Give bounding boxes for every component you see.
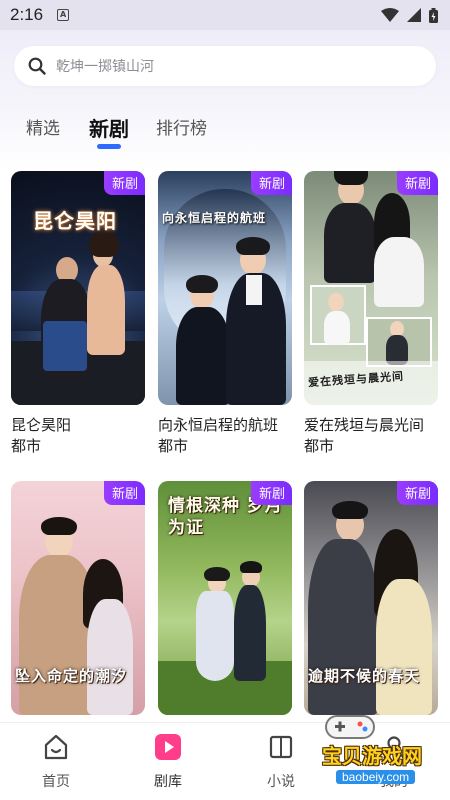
nav-home-label: 首页 — [42, 774, 70, 790]
drama-card[interactable]: 爱在残垣与晨光间 新剧 爱在残垣与晨光间 都市 — [304, 171, 438, 457]
poster-title: 昆仑昊阳 — [33, 209, 117, 233]
notification-a-icon: A — [57, 9, 70, 21]
drama-title: 昆仑昊阳 — [11, 416, 72, 434]
tab-new-dramas[interactable]: 新剧 — [89, 112, 129, 146]
new-badge: 新剧 — [250, 171, 292, 195]
tab-featured[interactable]: 精选 — [26, 112, 60, 146]
watermark-text: 宝贝游戏网 — [322, 744, 422, 768]
drama-poster[interactable]: 情根深种 岁月为证 新剧 — [158, 481, 292, 715]
drama-poster[interactable]: 向永恒启程的航班 新剧 — [158, 171, 292, 405]
search-icon — [28, 57, 46, 75]
site-watermark: 宝贝游戏网 baobeiy.com — [318, 712, 450, 800]
drama-poster[interactable]: 爱在残垣与晨光间 新剧 — [304, 171, 438, 405]
play-icon — [155, 734, 181, 760]
drama-card[interactable]: 情根深种 岁月为证 新剧 — [158, 481, 292, 725]
poster-title: 向永恒启程的航班 — [162, 211, 267, 225]
status-bar: 2:16 A — [0, 0, 450, 30]
nav-novels[interactable]: 小说 — [246, 733, 316, 791]
new-badge: 新剧 — [250, 481, 292, 505]
watermark-url: baobeiy.com — [336, 770, 416, 784]
nav-novels-label: 小说 — [267, 774, 295, 790]
status-time: 2:16 — [10, 5, 44, 24]
new-badge: 新剧 — [103, 481, 145, 505]
nav-drama-library-label: 剧库 — [154, 774, 182, 790]
home-icon — [44, 734, 68, 760]
drama-poster[interactable]: 昆仑昊阳 新剧 — [11, 171, 145, 405]
drama-card[interactable]: 昆仑昊阳 新剧 昆仑昊阳 都市 — [11, 171, 145, 457]
new-badge: 新剧 — [396, 481, 438, 505]
nav-drama-library[interactable]: 剧库 — [133, 733, 203, 791]
search-placeholder: 乾坤一掷镇山河 — [56, 59, 154, 75]
status-icons — [381, 7, 438, 23]
poster-title: 逾期不候的春天 — [308, 667, 421, 685]
nav-home[interactable]: 首页 — [21, 733, 91, 791]
drama-card[interactable]: 向永恒启程的航班 新剧 向永恒启程的航班 都市 — [158, 171, 292, 457]
drama-card[interactable]: 坠入命定的潮汐 新剧 — [11, 481, 145, 725]
drama-poster[interactable]: 坠入命定的潮汐 新剧 — [11, 481, 145, 715]
wifi-icon — [381, 8, 399, 22]
book-icon — [269, 735, 293, 759]
drama-title: 爱在残垣与晨光间 — [304, 416, 425, 434]
drama-genre: 都市 — [11, 437, 42, 455]
new-badge: 新剧 — [103, 171, 145, 195]
tab-active-indicator — [97, 144, 121, 149]
poster-title: 坠入命定的潮汐 — [15, 667, 128, 685]
signal-icon — [407, 8, 421, 22]
category-tabs: 精选 新剧 排行榜 — [0, 112, 450, 156]
search-input[interactable]: 乾坤一掷镇山河 — [14, 46, 436, 86]
drama-genre: 都市 — [304, 437, 335, 455]
new-badge: 新剧 — [396, 171, 438, 195]
battery-icon — [429, 7, 438, 23]
drama-poster[interactable]: 逾期不候的春天 新剧 — [304, 481, 438, 715]
drama-title: 向永恒启程的航班 — [158, 416, 279, 434]
drama-genre: 都市 — [158, 437, 189, 455]
gamepad-icon — [325, 715, 375, 739]
tab-rankings[interactable]: 排行榜 — [156, 112, 207, 146]
drama-card[interactable]: 逾期不候的春天 新剧 — [304, 481, 438, 725]
